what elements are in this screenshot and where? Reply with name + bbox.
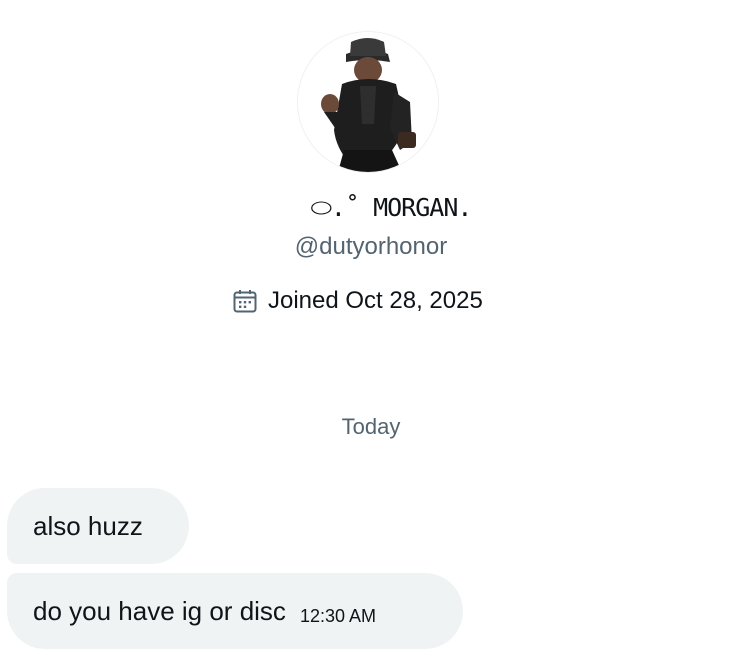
calendar-icon <box>232 288 258 314</box>
profile-display-name: ⬭.˚ MORGAN. <box>310 193 473 222</box>
avatar-image <box>298 32 438 172</box>
message-text: do you have ig or disc <box>33 595 286 626</box>
dm-conversation-view: ⬭.˚ MORGAN. @dutyorhonor Joined Oct 28, … <box>0 0 742 649</box>
message-bubble[interactable]: do you have ig or disc 12:30 AM <box>7 573 463 649</box>
joined-date-row: Joined Oct 28, 2025 <box>232 287 483 315</box>
profile-handle[interactable]: @dutyorhonor <box>0 233 742 261</box>
profile-avatar[interactable] <box>298 32 438 172</box>
date-separator: Today <box>341 414 401 439</box>
message-bubble[interactable]: also huzz <box>7 488 189 564</box>
message-timestamp: 12:30 AM <box>299 605 376 626</box>
message-text: also huzz <box>33 510 143 541</box>
joined-text: Joined Oct 28, 2025 <box>268 287 483 314</box>
